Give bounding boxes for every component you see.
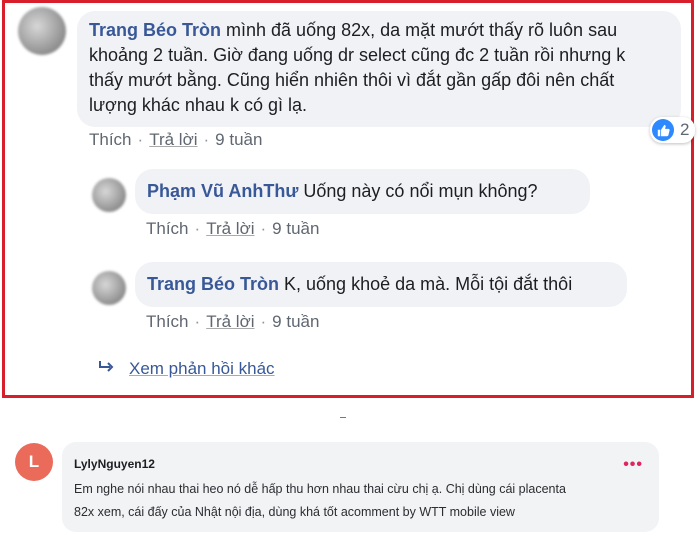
reply-author[interactable]: Trang Béo Tròn (147, 274, 279, 294)
reply-actions: Thích · Trả lời · 9 tuần (146, 312, 319, 332)
reply-link[interactable]: Trả lời (206, 219, 254, 239)
like-link[interactable]: Thích (89, 130, 132, 150)
reply-author[interactable]: Phạm Vũ AnhThư (147, 181, 298, 201)
separator-dot: · (194, 312, 201, 331)
view-more-replies[interactable]: Xem phản hồi khác (97, 359, 275, 379)
comment-text-line-4: lượng khác nhau k có gì lạ. (89, 95, 307, 115)
comment-text-line-3: thấy mướt bằng. Cũng hiển nhiên thôi vì … (89, 70, 615, 90)
comment-body: Em nghe nói nhau thai heo nó dễ hấp thu … (74, 478, 643, 524)
separator-dot: · (260, 312, 267, 331)
reply-avatar[interactable] (92, 178, 126, 212)
reply-bubble: Phạm Vũ AnhThư Uống này có nổi mụn không… (135, 169, 590, 214)
like-link[interactable]: Thích (146, 312, 189, 332)
view-more-replies-label[interactable]: Xem phản hồi khác (129, 359, 275, 379)
reply-timestamp[interactable]: 9 tuần (272, 219, 319, 239)
reaction-summary[interactable]: 2 (650, 117, 696, 143)
comment-timestamp[interactable]: 9 tuần (215, 130, 262, 150)
reply-timestamp[interactable]: 9 tuần (272, 312, 319, 332)
comment-text-line-1: Em nghe nói nhau thai heo nó dễ hấp thu … (74, 482, 566, 496)
comment-text-line-2: khoảng 2 tuần. Giờ đang uống dr select c… (89, 45, 626, 65)
comment-bubble: Trang Béo Tròn mình đã uống 82x, da mặt … (77, 11, 681, 127)
divider-mark (340, 417, 346, 418)
separator-dot: · (137, 130, 144, 149)
reply-link[interactable]: Trả lời (206, 312, 254, 332)
separator-dot: · (194, 219, 201, 238)
comment-actions: Thích · Trả lời · 9 tuần (89, 130, 262, 150)
like-link[interactable]: Thích (146, 219, 189, 239)
reply-text: Uống này có nổi mụn không? (298, 181, 538, 201)
comment-author[interactable]: LylyNguyen12 (74, 457, 643, 471)
avatar-letter: L (28, 452, 40, 471)
comment-author[interactable]: Trang Béo Tròn (89, 20, 221, 40)
separator-dot: · (203, 130, 210, 149)
commenter-avatar[interactable] (18, 7, 66, 55)
comment-text-line-2: 82x xem, cái đấy của Nhật nội địa, dùng … (74, 505, 515, 519)
comment-text-line-1: mình đã uống 82x, da mặt mướt thấy rõ lu… (221, 20, 618, 40)
more-options-icon[interactable]: ••• (623, 456, 643, 474)
reply-actions: Thích · Trả lời · 9 tuần (146, 219, 319, 239)
comment-card: LylyNguyen12 Em nghe nói nhau thai heo n… (62, 442, 659, 532)
reply-link[interactable]: Trả lời (149, 130, 197, 150)
highlighted-comment-thread: Trang Béo Tròn mình đã uống 82x, da mặt … (2, 0, 696, 398)
reply-arrow-icon (97, 359, 115, 379)
reply-bubble: Trang Béo Tròn K, uống khoẻ da mà. Mỗi t… (135, 262, 627, 307)
separator-dot: · (260, 219, 267, 238)
like-icon (652, 119, 674, 141)
user-avatar[interactable]: L (15, 443, 53, 481)
reaction-count: 2 (680, 120, 690, 139)
reply-avatar[interactable] (92, 271, 126, 305)
reply-text: K, uống khoẻ da mà. Mỗi tội đắt thôi (279, 274, 573, 294)
